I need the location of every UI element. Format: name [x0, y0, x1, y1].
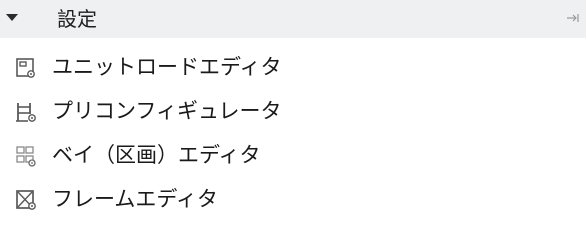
group-title: 設定: [57, 7, 97, 31]
unit-load-editor-icon: [16, 58, 35, 78]
item-label: フレームエディタ: [52, 187, 218, 211]
settings-group-header[interactable]: 設定: [0, 0, 586, 38]
frame-editor-icon: [16, 190, 36, 210]
list-item-preconfigurator[interactable]: プリコンフィギュレータ: [0, 90, 586, 134]
list-item-bay-editor[interactable]: ベイ（区画）エディタ: [0, 134, 586, 178]
collapse-arrow-icon[interactable]: [6, 14, 18, 21]
bay-editor-icon: [16, 146, 36, 167]
list-item-frame-editor[interactable]: フレームエディタ: [0, 178, 586, 222]
preconfigurator-icon: [16, 103, 36, 122]
settings-list: ユニットロードエディタ プリコンフィギュレータ ベイ（区画）エディタ フレームエ…: [0, 46, 586, 222]
item-label: ユニットロードエディタ: [52, 55, 282, 79]
item-label: ベイ（区画）エディタ: [52, 143, 261, 167]
list-item-unit-load-editor[interactable]: ユニットロードエディタ: [0, 46, 586, 90]
pin-icon[interactable]: [566, 11, 580, 25]
settings-panel: 設定 ユニットロードエディタ プリコンフィギュレータ ベイ（区画）エディタ フレ…: [0, 0, 586, 241]
item-label: プリコンフィギュレータ: [52, 99, 282, 123]
